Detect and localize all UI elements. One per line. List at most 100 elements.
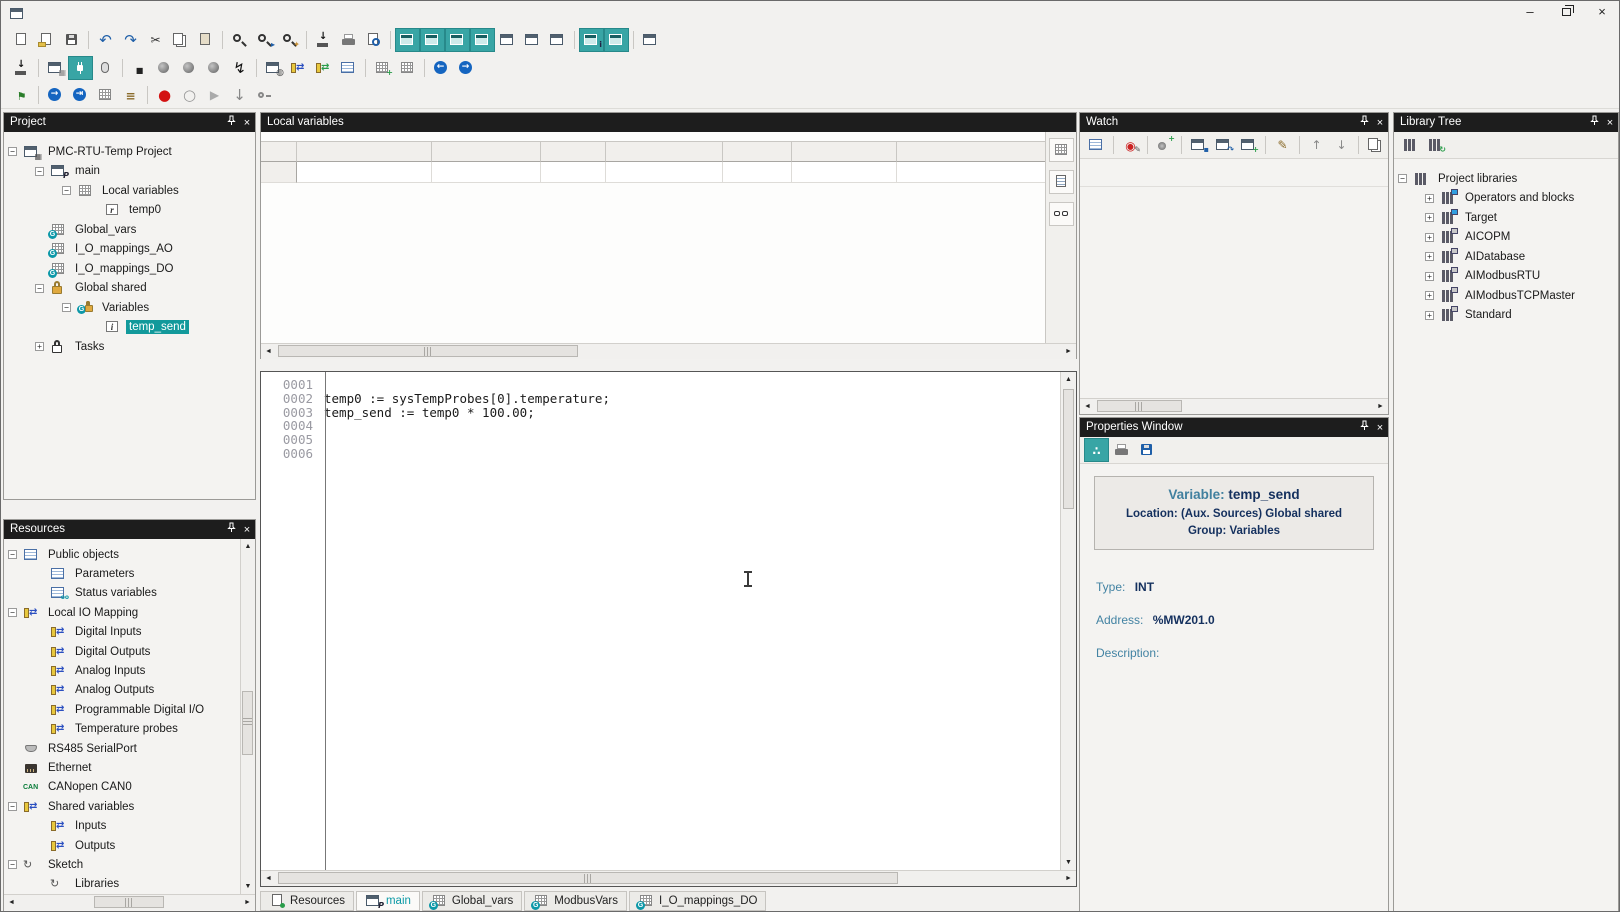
- watch-export-button[interactable]: +: [1236, 133, 1261, 157]
- navigate-forward-button[interactable]: →: [454, 56, 479, 80]
- scroll-left-icon[interactable]: ◄: [261, 344, 276, 359]
- res-temperature-probes[interactable]: ⇄ Temperature probes: [4, 720, 240, 739]
- watch-view-button[interactable]: [1049, 202, 1074, 226]
- grid-view-button[interactable]: [395, 56, 420, 80]
- pin-icon[interactable]: [223, 115, 239, 131]
- code-line[interactable]: 0005: [261, 432, 1060, 446]
- tree-item-global-shared[interactable]: − Global shared: [4, 279, 255, 299]
- tab-main[interactable]: P main: [356, 891, 420, 911]
- resources-vertical-scrollbar[interactable]: ▲ ▼: [240, 539, 255, 894]
- download-code-button[interactable]: [93, 56, 118, 80]
- tree-item-io-mappings-do[interactable]: G I_O_mappings_DO: [4, 259, 255, 279]
- tree-toggle[interactable]: −: [1398, 174, 1407, 183]
- menu-item[interactable]: [62, 11, 84, 17]
- cell-init-value[interactable]: [723, 162, 792, 183]
- find-in-project-button[interactable]: ✦: [277, 28, 302, 52]
- toggle-properties-window[interactable]: i: [579, 28, 604, 52]
- menu-item[interactable]: [172, 11, 194, 17]
- res-digital-inputs[interactable]: ⇄ Digital Inputs: [4, 623, 240, 642]
- properties-print-button[interactable]: [1109, 438, 1134, 462]
- toggle-project-window[interactable]: [395, 28, 420, 52]
- data-table-button[interactable]: [336, 56, 361, 80]
- print-button[interactable]: [336, 28, 361, 52]
- tree-toggle[interactable]: +: [1425, 213, 1434, 222]
- pin-icon[interactable]: [1356, 420, 1372, 436]
- lib-aimodbustcpmaster[interactable]: + AIModbusTCPMaster: [1394, 286, 1618, 306]
- restore-button[interactable]: [1555, 3, 1577, 21]
- code-line[interactable]: 0006: [261, 446, 1060, 460]
- scroll-right-icon[interactable]: ►: [240, 895, 255, 910]
- watch-clear-button[interactable]: ✎: [1270, 133, 1295, 157]
- lib-aicopm[interactable]: + AICOPM: [1394, 228, 1618, 248]
- cell-attribute[interactable]: [792, 162, 897, 183]
- res-parameters[interactable]: Parameters: [4, 564, 240, 583]
- code-line[interactable]: 0001: [261, 377, 1060, 391]
- menu-item[interactable]: [216, 11, 238, 17]
- tree-toggle[interactable]: −: [62, 303, 71, 312]
- tree-toggle[interactable]: −: [62, 186, 71, 195]
- menu-item[interactable]: [194, 11, 216, 17]
- menu-item[interactable]: [238, 11, 260, 17]
- editor-vertical-scrollbar[interactable]: ▲ ▼: [1060, 372, 1076, 870]
- tree-toggle[interactable]: +: [1425, 252, 1434, 261]
- trigger-window-button[interactable]: [93, 83, 118, 107]
- tree-item-global-vars[interactable]: G Global_vars: [4, 220, 255, 240]
- scroll-thumb[interactable]: [1097, 400, 1182, 412]
- scroll-right-icon[interactable]: ►: [1061, 344, 1076, 359]
- cell-array[interactable]: [606, 162, 723, 183]
- lib-project-libraries[interactable]: − Project libraries: [1394, 169, 1618, 189]
- toggle-output-window[interactable]: [420, 28, 445, 52]
- col-attribute[interactable]: [792, 141, 897, 162]
- tree-item-main[interactable]: − P main: [4, 162, 255, 182]
- tree-toggle[interactable]: +: [1425, 194, 1434, 203]
- lib-aimodbusrtu[interactable]: + AIModbusRTU: [1394, 267, 1618, 287]
- scroll-left-icon[interactable]: ◄: [4, 895, 19, 910]
- properties-save-button[interactable]: [1134, 438, 1159, 462]
- scroll-thumb[interactable]: [1063, 389, 1074, 509]
- res-local-io-mapping[interactable]: − ⇄ Local IO Mapping: [4, 603, 240, 622]
- scroll-thumb[interactable]: [242, 691, 253, 755]
- res-analog-inputs[interactable]: ⇄ Analog Inputs: [4, 661, 240, 680]
- step-down-button[interactable]: ↓: [227, 83, 252, 107]
- menu-item[interactable]: [150, 11, 172, 17]
- toggle-status-bar[interactable]: [520, 28, 545, 52]
- res-programmable-digital-io[interactable]: ⇄ Programmable Digital I/O: [4, 700, 240, 719]
- tree-toggle[interactable]: −: [8, 860, 17, 869]
- live-debug-button[interactable]: →: [43, 83, 68, 107]
- stop-play-button[interactable]: ○: [177, 83, 202, 107]
- open-project-button[interactable]: [34, 28, 59, 52]
- col-type[interactable]: [432, 141, 541, 162]
- tab-io-mappings-do[interactable]: G I_O_mappings_DO: [629, 891, 766, 911]
- toggle-watch-window[interactable]: [445, 28, 470, 52]
- tree-item-local-variables[interactable]: − Local variables: [4, 181, 255, 201]
- tree-toggle[interactable]: +: [1425, 311, 1434, 320]
- properties-view-button[interactable]: ∴: [1084, 438, 1109, 462]
- tab-resources[interactable]: Resources: [260, 891, 354, 911]
- library-refresh-button[interactable]: ↻: [1423, 133, 1448, 157]
- insert-record-button[interactable]: +: [370, 56, 395, 80]
- tree-item-tasks[interactable]: + Tasks: [4, 337, 255, 357]
- tree-item-variables[interactable]: − G Variables: [4, 298, 255, 318]
- copy-button[interactable]: [168, 28, 193, 52]
- print-preview-button[interactable]: [361, 28, 386, 52]
- lib-aidatabase[interactable]: + AIDatabase: [1394, 247, 1618, 267]
- save-project-button[interactable]: [59, 28, 84, 52]
- scroll-up-icon[interactable]: ▲: [1061, 372, 1076, 387]
- compile-button[interactable]: ↓: [9, 56, 34, 80]
- cut-button[interactable]: ✂: [143, 28, 168, 52]
- play-button[interactable]: ▶: [202, 83, 227, 107]
- undo-button[interactable]: ↶: [93, 28, 118, 52]
- toggle-document-bar[interactable]: [495, 28, 520, 52]
- paste-button[interactable]: [193, 28, 218, 52]
- res-ethernet[interactable]: Ethernet: [4, 758, 240, 777]
- halt-button[interactable]: ■: [127, 56, 152, 80]
- scroll-thumb[interactable]: [278, 345, 578, 357]
- close-icon[interactable]: ×: [1372, 420, 1388, 436]
- status-sphere-1[interactable]: [152, 56, 177, 80]
- res-inputs[interactable]: ⇄ Inputs: [4, 816, 240, 835]
- col-rownum[interactable]: [261, 141, 297, 162]
- res-libraries[interactable]: ↻ Libraries: [4, 875, 240, 894]
- step-run-button[interactable]: ⇥: [68, 83, 93, 107]
- scroll-down-icon[interactable]: ▼: [241, 879, 256, 894]
- tree-toggle[interactable]: −: [8, 608, 17, 617]
